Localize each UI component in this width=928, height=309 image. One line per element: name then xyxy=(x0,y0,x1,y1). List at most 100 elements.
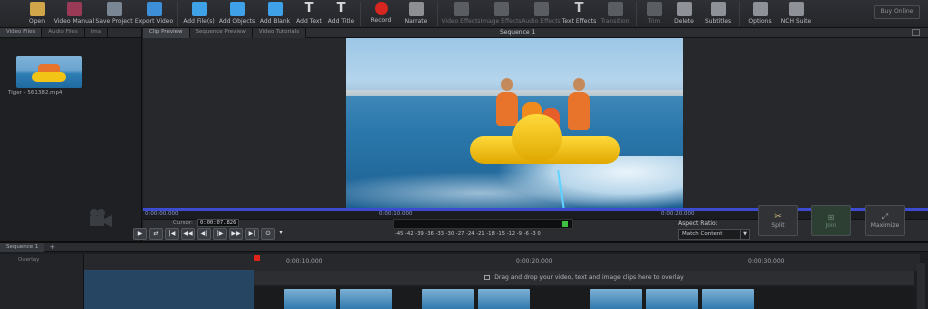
nch-suite-button[interactable]: NCH Suite xyxy=(777,0,815,28)
transition-button[interactable]: Transition xyxy=(597,0,633,28)
toolbar-button-label: Add Blank xyxy=(259,18,291,25)
video-clip-frame[interactable] xyxy=(702,289,754,309)
split-button[interactable]: ✂ Split xyxy=(758,205,798,236)
track-name: Overlay xyxy=(18,257,40,263)
image-effects-icon xyxy=(493,2,509,16)
tab-video-files[interactable]: Video Files xyxy=(0,28,43,37)
timeline-tabs: Sequence 1 + xyxy=(0,242,928,252)
trim-icon xyxy=(646,2,662,16)
save-icon xyxy=(106,2,122,16)
narrate-button[interactable]: Narrate xyxy=(398,0,434,28)
scissors-icon: ✂ xyxy=(774,212,782,222)
toolbar-button-label: Add Title xyxy=(327,18,355,25)
rider-head xyxy=(501,78,513,91)
media-bin-tabs: Video Files Audio Files Ima xyxy=(0,28,141,38)
timeline-selection xyxy=(84,270,254,309)
prev-frame-button[interactable]: ◀| xyxy=(197,228,211,240)
fast-forward-button[interactable]: ▶▶ xyxy=(229,228,243,240)
add-title-button[interactable]: T Add Title xyxy=(325,0,357,28)
join-icon: ⊞ xyxy=(827,212,835,222)
go-end-button[interactable]: ▶| xyxy=(245,228,259,240)
folder-open-icon xyxy=(29,2,45,16)
water-spray xyxy=(496,156,683,210)
toolbar-button-label: NCH Suite xyxy=(780,18,812,25)
video-effects-icon xyxy=(453,2,469,16)
next-frame-button[interactable]: |▶ xyxy=(213,228,227,240)
add-file-s-button[interactable]: Add File(s) xyxy=(181,0,217,28)
open-button[interactable]: Open xyxy=(20,0,54,28)
snapshot-dropdown[interactable]: ▾ xyxy=(277,228,285,240)
rider-right xyxy=(568,92,590,130)
tab-audio-files[interactable]: Audio Files xyxy=(42,28,85,37)
track-header: Overlay xyxy=(0,254,84,309)
trim-button[interactable]: Trim xyxy=(640,0,668,28)
video-clip-frame[interactable] xyxy=(284,289,336,309)
narrate-icon xyxy=(408,2,424,16)
cursor-time-field[interactable]: 0:00:07.826 xyxy=(197,219,239,227)
cursor-label: Cursor: xyxy=(173,220,193,226)
add-blank-button[interactable]: Add Blank xyxy=(257,0,293,28)
overlay-hint: Drag and drop your video, text and image… xyxy=(254,274,914,281)
image-effects-button[interactable]: Image Effects xyxy=(480,0,522,28)
delete-button[interactable]: Delete xyxy=(668,0,700,28)
join-button[interactable]: ⊞ Join xyxy=(811,205,851,236)
toolbar-button-label: Subtitles xyxy=(704,18,732,25)
timeline-ruler[interactable]: 0:00:10.000 0:00:20.000 0:00:30.000 xyxy=(84,254,920,271)
overlay-track[interactable]: Drag and drop your video, text and image… xyxy=(254,271,914,285)
transition-icon xyxy=(607,2,623,16)
main-toolbar: Open Video Manual Save Project Export Video… xyxy=(0,0,928,28)
subtitles-button[interactable]: Subtitles xyxy=(700,0,736,28)
go-start-button[interactable]: |◀ xyxy=(165,228,179,240)
video-clip-frame[interactable] xyxy=(646,289,698,309)
add-objects-button[interactable]: Add Objects xyxy=(217,0,257,28)
video-frame xyxy=(346,38,683,210)
nch-suite-icon xyxy=(788,2,804,16)
timeline-ruler-label: 0:00:10.000 xyxy=(286,258,323,265)
ruler-label: 0:00:20.000 xyxy=(661,211,695,217)
text-effects-button[interactable]: T Text Effects xyxy=(561,0,597,28)
thumbnail-boat xyxy=(32,72,66,82)
loop-button[interactable]: ⇄ xyxy=(149,228,163,240)
add-file-icon xyxy=(191,2,207,16)
play-button[interactable]: ▶ xyxy=(133,228,147,240)
maximize-button[interactable]: ⤢ Maximize xyxy=(865,205,905,236)
options-button[interactable]: Options xyxy=(743,0,777,28)
audio-meter-scale: -45 -42 -39 -36 -33 -30 -27 -24 -21 -18 … xyxy=(395,231,541,237)
video-clip-frame[interactable] xyxy=(340,289,392,309)
add-text-button[interactable]: T Add Text xyxy=(293,0,325,28)
video-camera-icon xyxy=(90,209,112,227)
video-effects-button[interactable]: Video Effects xyxy=(441,0,481,28)
tab-image-files[interactable]: Ima xyxy=(84,28,109,37)
video-clip-frame[interactable] xyxy=(478,289,530,309)
toolbar-separator xyxy=(636,2,637,26)
video-track[interactable] xyxy=(254,287,914,309)
video-clip-frame[interactable] xyxy=(590,289,642,309)
toolbar-button-label: Trim xyxy=(647,18,661,25)
video-file-thumbnail[interactable] xyxy=(16,56,82,88)
rewind-button[interactable]: ◀◀ xyxy=(181,228,195,240)
tab-video-tutorials[interactable]: Video Tutorials xyxy=(252,27,307,38)
audio-effects-button[interactable]: Audio Effects xyxy=(521,0,561,28)
video-clip-frame[interactable] xyxy=(422,289,474,309)
aspect-ratio-select[interactable]: Match Content ▼ xyxy=(678,229,750,240)
export-video-button[interactable]: Export Video xyxy=(134,0,174,28)
record-button[interactable]: Record xyxy=(364,0,398,28)
tab-clip-preview[interactable]: Clip Preview xyxy=(143,27,190,38)
toolbar-button-label: Image Effects xyxy=(480,18,522,25)
snapshot-button[interactable]: ⏻ xyxy=(261,228,275,240)
toolbar-button-label: Text Effects xyxy=(561,18,597,25)
save-project-button[interactable]: Save Project xyxy=(94,0,134,28)
timeline-ruler-label: 0:00:30.000 xyxy=(748,258,785,265)
playhead-marker[interactable] xyxy=(254,255,260,261)
audio-level-peak xyxy=(562,221,568,227)
undock-icon[interactable] xyxy=(912,29,920,36)
preview-tabs: Clip Preview Sequence Preview Video Tuto… xyxy=(143,27,928,38)
video-manual-button[interactable]: Video Manual xyxy=(54,0,94,28)
rider-head xyxy=(573,78,585,91)
tab-sequence-preview[interactable]: Sequence Preview xyxy=(189,27,253,38)
tab-sequence-1[interactable]: Sequence 1 xyxy=(0,242,45,252)
timeline-scrollbar[interactable] xyxy=(917,263,925,309)
rider-back xyxy=(496,92,518,126)
buy-online-button[interactable]: Buy Online xyxy=(874,5,920,19)
add-sequence-button[interactable]: + xyxy=(44,243,60,251)
